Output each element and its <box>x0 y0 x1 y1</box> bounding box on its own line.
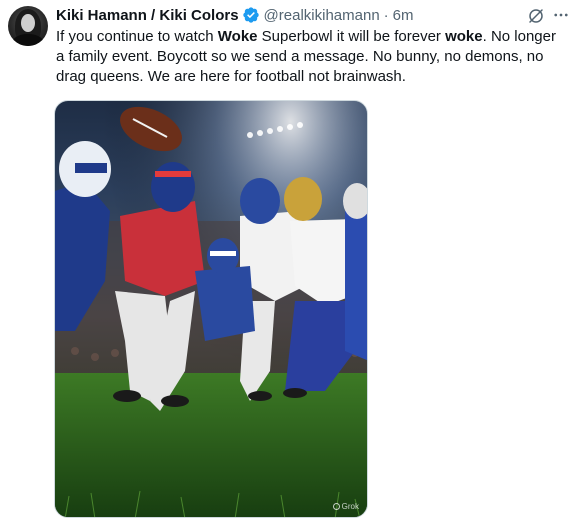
tweet-header: Kiki Hamann / Kiki Colors @realkikihaman… <box>56 5 414 25</box>
tweet-media-image[interactable]: Grok <box>54 100 368 518</box>
football-scene-illustration <box>55 101 367 517</box>
tweet-text-segment: Superbowl it will be forever <box>257 28 446 45</box>
tweet-text-segment: If you continue to watch <box>56 28 218 45</box>
more-icon[interactable] <box>552 6 570 24</box>
grok-watermark: Grok <box>332 502 359 511</box>
tweet-text: If you continue to watch Woke Superbowl … <box>56 27 561 87</box>
avatar[interactable] <box>8 6 48 46</box>
tweet[interactable]: Kiki Hamann / Kiki Colors @realkikihaman… <box>0 0 575 520</box>
display-name[interactable]: Kiki Hamann / Kiki Colors <box>56 7 239 24</box>
tweet-text-bold: woke <box>445 28 483 45</box>
verified-badge-icon <box>242 7 259 23</box>
handle[interactable]: @realkikihamann <box>264 7 380 24</box>
tweet-text-bold: Woke <box>217 28 258 45</box>
separator-dot: · <box>383 6 389 24</box>
grok-icon[interactable] <box>527 7 545 25</box>
timestamp[interactable]: 6m <box>393 7 414 24</box>
